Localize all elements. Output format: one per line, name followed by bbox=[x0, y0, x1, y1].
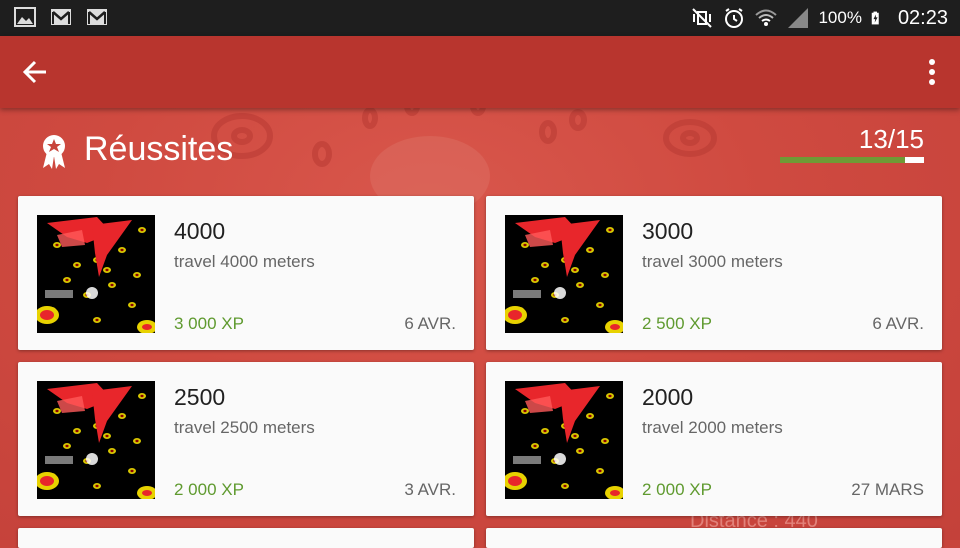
achievement-description: travel 2500 meters bbox=[174, 418, 315, 437]
battery-percentage: 100% bbox=[818, 8, 862, 27]
achievement-xp: 2 000 XP bbox=[642, 480, 712, 499]
achievement-title: 3000 bbox=[642, 218, 694, 244]
achievement-thumbnail bbox=[37, 215, 155, 333]
signal-icon bbox=[788, 8, 809, 28]
achievement-thumbnail bbox=[505, 215, 623, 333]
achievement-card[interactable]: 2000 travel 2000 meters 2 000 XP 27 MARS bbox=[486, 362, 942, 516]
achievement-card[interactable]: 2500 travel 2500 meters 2 000 XP 3 AVR. bbox=[18, 362, 474, 516]
battery-charging-icon bbox=[871, 11, 879, 25]
achievement-count: 13/15 bbox=[858, 124, 924, 154]
more-vertical-icon[interactable] bbox=[922, 54, 942, 90]
app-bar bbox=[0, 36, 960, 108]
achievement-xp: 3 000 XP bbox=[174, 314, 244, 333]
achievement-date: 6 AVR. bbox=[872, 314, 924, 333]
clock: 02:23 bbox=[897, 6, 948, 29]
achievement-progress-bar bbox=[780, 157, 924, 163]
achievement-xp: 2 000 XP bbox=[174, 480, 244, 499]
achievement-card-partial[interactable] bbox=[486, 528, 942, 548]
vibrate-mute-icon bbox=[692, 8, 713, 28]
achievement-thumbnail bbox=[37, 381, 155, 499]
achievement-thumbnail bbox=[505, 381, 623, 499]
achievement-card[interactable]: 3000 travel 3000 meters 2 500 XP 6 AVR. bbox=[486, 196, 942, 350]
arrow-back-icon[interactable] bbox=[18, 54, 54, 90]
gmail-icon bbox=[87, 9, 107, 25]
achievement-description: travel 3000 meters bbox=[642, 252, 783, 271]
achievement-title: 2500 bbox=[174, 384, 226, 410]
achievement-title: 4000 bbox=[174, 218, 226, 244]
progress-fill bbox=[780, 157, 905, 163]
status-bar: 100% 02:23 bbox=[0, 0, 960, 36]
achievement-card[interactable]: 4000 travel 4000 meters 3 000 XP 6 AVR. bbox=[18, 196, 474, 350]
gallery-icon bbox=[14, 7, 36, 27]
alarm-icon bbox=[725, 8, 744, 28]
achievement-xp: 2 500 XP bbox=[642, 314, 712, 333]
gmail-icon bbox=[51, 9, 71, 25]
achievement-description: travel 4000 meters bbox=[174, 252, 315, 271]
achievement-date: 3 AVR. bbox=[404, 480, 456, 499]
achievement-date: 6 AVR. bbox=[404, 314, 456, 333]
page-title: Réussites bbox=[84, 130, 234, 168]
achievement-title: 2000 bbox=[642, 384, 694, 410]
achievement-card-partial[interactable] bbox=[18, 528, 474, 548]
achievement-date: 27 MARS bbox=[851, 480, 924, 499]
achievement-description: travel 2000 meters bbox=[642, 418, 783, 437]
wifi-icon bbox=[755, 9, 778, 26]
award-ribbon-icon bbox=[43, 135, 65, 169]
